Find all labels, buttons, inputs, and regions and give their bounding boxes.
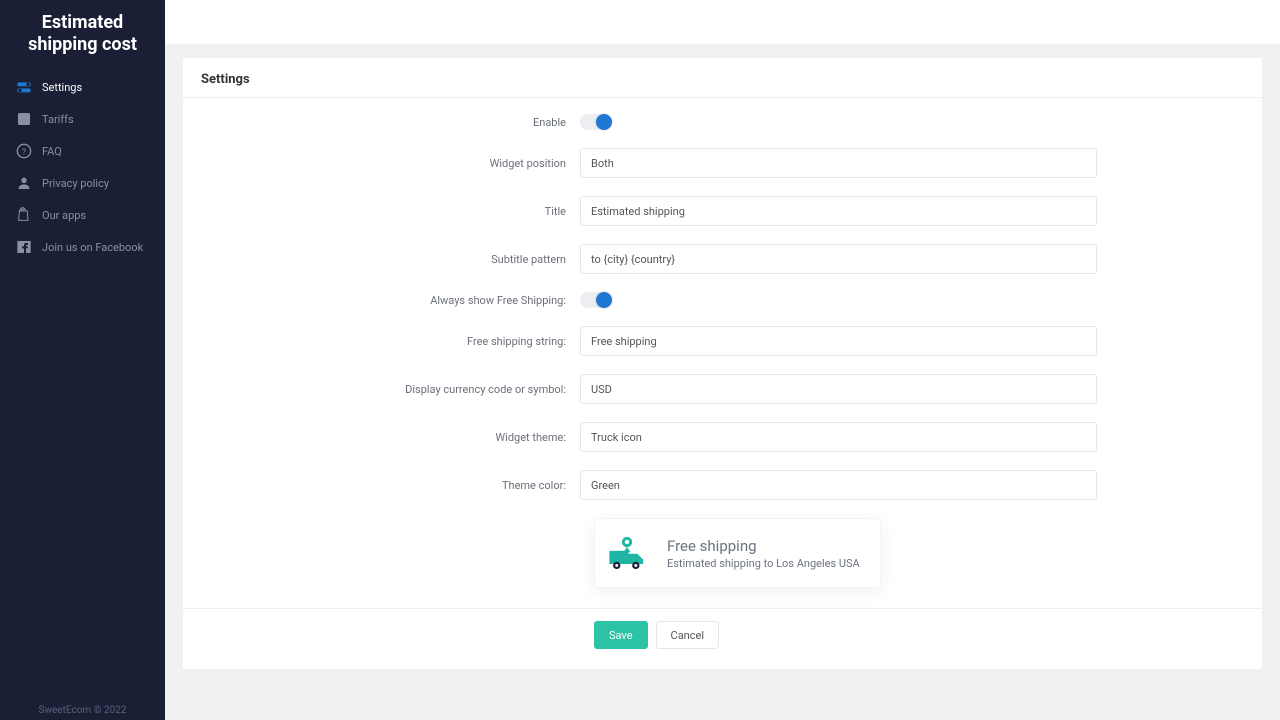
always-free-label: Always show Free Shipping: [223, 294, 580, 307]
question-icon: ? [16, 143, 32, 159]
theme-label: Widget theme: [223, 431, 580, 444]
row-widget-position: Widget position [223, 148, 1222, 178]
preview-row: Free shipping Estimated shipping to Los … [223, 518, 1222, 588]
sidebar-item-label: Settings [42, 81, 82, 94]
sidebar-item-settings[interactable]: Settings [0, 71, 165, 103]
preview-title: Free shipping [667, 537, 860, 555]
app-title: Estimated shipping cost [0, 0, 165, 63]
row-free-string: Free shipping string: [223, 326, 1222, 356]
title-input[interactable] [580, 196, 1097, 226]
enable-toggle[interactable] [580, 114, 612, 130]
free-string-input[interactable] [580, 326, 1097, 356]
toggle-knob [596, 114, 612, 130]
sidebar-item-apps[interactable]: Our apps [0, 199, 165, 231]
color-select[interactable] [580, 470, 1097, 500]
color-label: Theme color: [223, 479, 580, 492]
cancel-button[interactable]: Cancel [656, 621, 719, 649]
theme-select[interactable] [580, 422, 1097, 452]
sidebar-item-label: FAQ [42, 145, 62, 158]
toggle-knob [596, 292, 612, 308]
main: Settings Enable Widget position [165, 0, 1280, 720]
sidebar-item-label: Join us on Facebook [42, 241, 143, 254]
sidebar-item-label: Our apps [42, 209, 86, 222]
sidebar-item-faq[interactable]: ? FAQ [0, 135, 165, 167]
sidebar-nav: Settings Tariffs ? FAQ Privacy policy Ou… [0, 71, 165, 699]
settings-panel: Settings Enable Widget position [183, 58, 1262, 669]
row-always-free: Always show Free Shipping: [223, 292, 1222, 308]
currency-label: Display currency code or symbol: [223, 383, 580, 396]
widget-position-select[interactable] [580, 148, 1097, 178]
row-widget-theme: Widget theme: [223, 422, 1222, 452]
save-button[interactable]: Save [594, 621, 648, 649]
row-currency: Display currency code or symbol: [223, 374, 1222, 404]
person-icon [16, 175, 32, 191]
sidebar-item-tariffs[interactable]: Tariffs [0, 103, 165, 135]
free-string-label: Free shipping string: [223, 335, 580, 348]
sidebar-footer: SweetEcom © 2022 [0, 699, 165, 720]
toggle-icon [16, 79, 32, 95]
topbar [165, 0, 1280, 44]
title-label: Title [223, 205, 580, 218]
enable-label: Enable [223, 116, 580, 129]
panel-body: Enable Widget position Title [183, 98, 1262, 588]
content: Settings Enable Widget position [165, 44, 1280, 720]
sidebar-item-label: Privacy policy [42, 177, 109, 190]
row-title: Title [223, 196, 1222, 226]
currency-select[interactable] [580, 374, 1097, 404]
facebook-icon [16, 239, 32, 255]
subtitle-label: Subtitle pattern [223, 253, 580, 266]
preview-subtitle: Estimated shipping to Los Angeles USA [667, 557, 860, 570]
panel-footer: Save Cancel [183, 608, 1262, 669]
panel-title: Settings [183, 58, 1262, 98]
sidebar-item-privacy[interactable]: Privacy policy [0, 167, 165, 199]
truck-icon [605, 531, 649, 575]
widget-position-label: Widget position [223, 157, 580, 170]
always-free-toggle[interactable] [580, 292, 612, 308]
row-enable: Enable [223, 114, 1222, 130]
tariff-icon [16, 111, 32, 127]
subtitle-input[interactable] [580, 244, 1097, 274]
preview-text: Free shipping Estimated shipping to Los … [667, 537, 860, 570]
row-subtitle: Subtitle pattern [223, 244, 1222, 274]
sidebar-item-facebook[interactable]: Join us on Facebook [0, 231, 165, 263]
preview-card: Free shipping Estimated shipping to Los … [594, 518, 881, 588]
sidebar: Estimated shipping cost Settings Tariffs… [0, 0, 165, 720]
row-theme-color: Theme color: [223, 470, 1222, 500]
bag-icon [16, 207, 32, 223]
svg-text:?: ? [22, 148, 26, 158]
sidebar-item-label: Tariffs [42, 113, 74, 126]
